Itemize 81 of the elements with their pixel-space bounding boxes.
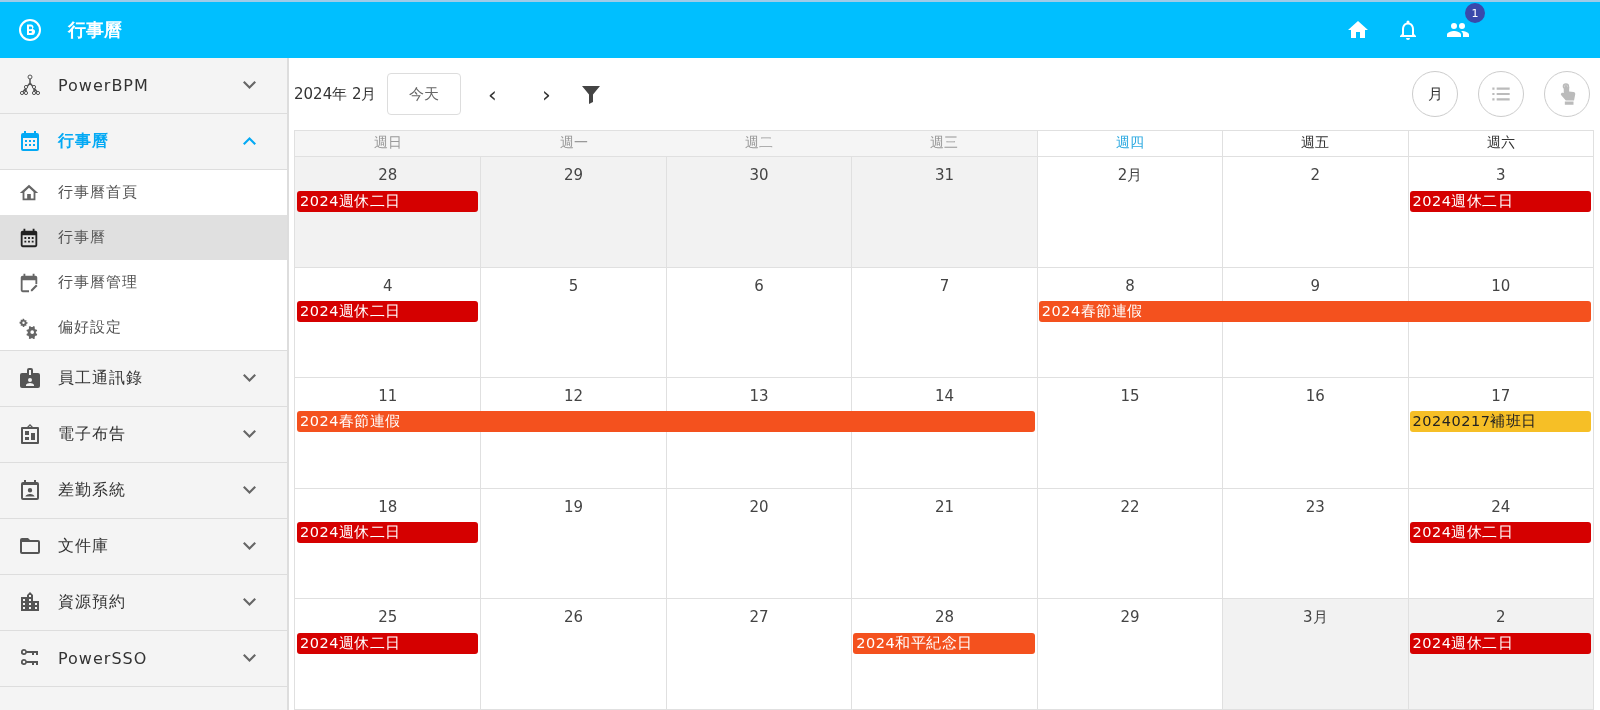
- day-cell[interactable]: 2: [1222, 157, 1408, 191]
- day-cell[interactable]: 18: [295, 488, 481, 522]
- event-bar[interactable]: 2024週休二日: [1409, 521, 1591, 543]
- day-cell[interactable]: 6: [665, 267, 852, 301]
- sidebar-item[interactable]: 資源預約: [0, 575, 287, 630]
- previous-button[interactable]: ‹: [470, 79, 515, 109]
- day-cell[interactable]: 24: [1407, 488, 1593, 522]
- day-cell[interactable]: 16: [1222, 378, 1408, 412]
- day-cell[interactable]: 10: [1407, 267, 1593, 301]
- touch-button[interactable]: [1544, 71, 1590, 117]
- weekday-header: 週六: [1407, 131, 1593, 156]
- day-cell[interactable]: 8: [1036, 267, 1223, 301]
- event-bar[interactable]: 2024週休二日: [297, 521, 479, 543]
- event-bar[interactable]: 2024週休二日: [1409, 191, 1591, 212]
- day-cell[interactable]: 26: [480, 599, 666, 634]
- calendar-icon: [18, 226, 40, 249]
- app-title: 行事曆: [68, 18, 122, 42]
- day-cell[interactable]: 28: [295, 157, 481, 191]
- event-bar[interactable]: 2024週休二日: [297, 300, 479, 322]
- chevron-icon: [243, 374, 256, 382]
- day-cell[interactable]: 23: [1222, 488, 1408, 522]
- weekday-header: 週二: [665, 131, 852, 156]
- day-cell[interactable]: 15: [1036, 378, 1223, 412]
- calendar-icon: [18, 129, 42, 153]
- chevron-icon: [243, 137, 256, 145]
- tree-icon: [18, 73, 42, 97]
- id-badge-icon: [18, 366, 42, 390]
- today-button[interactable]: 今天: [386, 73, 461, 115]
- submenu-item[interactable]: 行事曆管理: [0, 260, 287, 305]
- day-cell[interactable]: 20: [665, 488, 852, 522]
- day-cell[interactable]: 25: [295, 599, 481, 634]
- day-cell[interactable]: 29: [480, 157, 666, 191]
- weekday-header: 週四: [1036, 131, 1223, 156]
- event-bar[interactable]: 20240217補班日: [1409, 411, 1591, 433]
- sidebar-item[interactable]: 差勤系統: [0, 463, 287, 518]
- weekday-header: 週日: [295, 131, 481, 156]
- day-cell[interactable]: 19: [480, 488, 666, 522]
- event-bar[interactable]: 2024週休二日: [1409, 633, 1591, 655]
- sidebar-item[interactable]: 電子布告: [0, 407, 287, 462]
- submenu-item[interactable]: 偏好設定: [0, 305, 287, 350]
- bulletin-board-icon: [18, 422, 42, 446]
- chevron-icon: [243, 486, 256, 494]
- day-cell[interactable]: 7: [851, 267, 1037, 301]
- sidebar-item[interactable]: PowerSSO: [0, 631, 287, 686]
- day-cell[interactable]: 4: [295, 267, 481, 301]
- weekday-header: 週五: [1222, 131, 1408, 156]
- list-view-button[interactable]: [1478, 71, 1524, 117]
- day-cell[interactable]: 9: [1222, 267, 1408, 301]
- event-bar[interactable]: 2024週休二日: [297, 633, 479, 655]
- weekday-header: 週一: [480, 131, 666, 156]
- submenu-item[interactable]: 行事曆: [0, 215, 287, 260]
- day-cell[interactable]: 27: [665, 599, 852, 634]
- day-cell[interactable]: 22: [1036, 488, 1223, 522]
- chevron-icon: [243, 430, 256, 438]
- gears-icon: [18, 316, 40, 339]
- day-cell[interactable]: 21: [851, 488, 1037, 522]
- next-button[interactable]: ›: [524, 79, 569, 109]
- sidebar-item[interactable]: PowerBPM: [0, 58, 287, 113]
- logo-icon: [18, 18, 42, 42]
- submenu-item[interactable]: 行事曆首頁: [0, 170, 287, 215]
- calendar-person-icon: [18, 478, 42, 502]
- chevron-icon: [243, 81, 256, 89]
- buildings-icon: [18, 590, 42, 614]
- day-cell[interactable]: 30: [665, 157, 852, 191]
- month-view-button[interactable]: 月: [1412, 71, 1458, 117]
- calendar-edit-icon: [18, 271, 40, 294]
- chevron-icon: [243, 654, 256, 662]
- event-bar[interactable]: 2024週休二日: [297, 191, 479, 212]
- chevron-icon: [243, 542, 256, 550]
- notification-badge: 1: [1465, 3, 1485, 23]
- period-label: 2024年 2月: [294, 84, 377, 104]
- day-cell[interactable]: 5: [480, 267, 666, 301]
- sidebar-item[interactable]: 員工通訊錄: [0, 351, 287, 406]
- weekday-header: 週三: [851, 131, 1037, 156]
- day-cell[interactable]: 3月: [1222, 599, 1408, 634]
- day-cell[interactable]: 2: [1407, 599, 1593, 634]
- day-cell[interactable]: 31: [851, 157, 1037, 191]
- day-cell[interactable]: 2月: [1036, 157, 1223, 191]
- day-cell[interactable]: 11: [295, 378, 481, 412]
- chevron-icon: [243, 598, 256, 606]
- sidebar-item[interactable]: 文件庫: [0, 519, 287, 574]
